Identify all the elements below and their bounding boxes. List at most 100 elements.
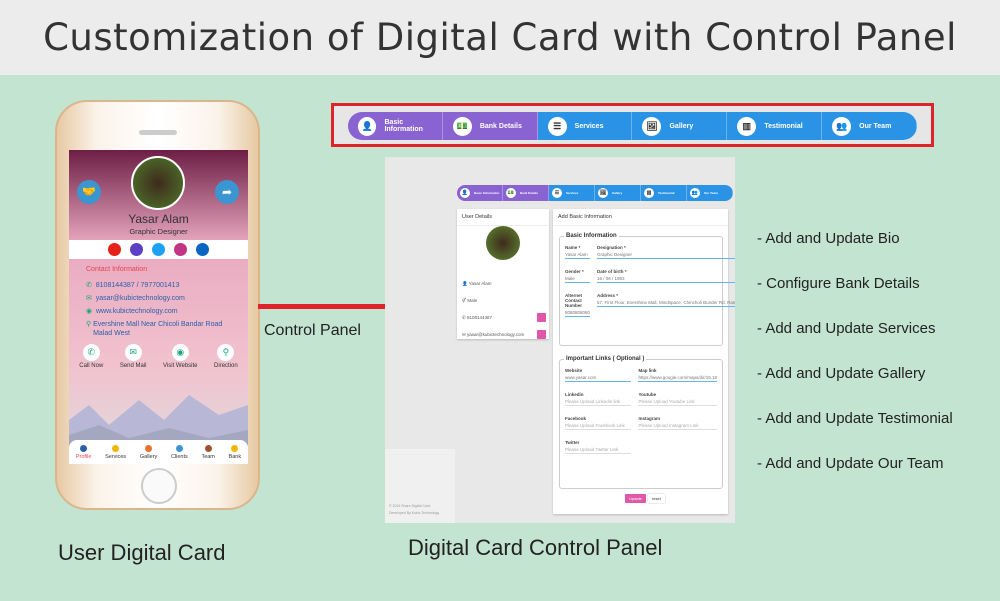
field-input[interactable]: https://www.google.com/maps/dir/19.18 bbox=[638, 373, 717, 382]
field-input[interactable]: 8080808080 bbox=[565, 308, 591, 317]
step-our-team[interactable]: 👥 Our Team bbox=[687, 185, 733, 201]
step-gallery[interactable]: 🖼 Gallery bbox=[595, 185, 641, 201]
twitter-icon[interactable] bbox=[152, 243, 165, 256]
field-label: Alternet Contact Number bbox=[565, 293, 583, 308]
edit-phone-button[interactable] bbox=[537, 313, 546, 322]
field-alternet-contact-number[interactable]: Alternet Contact Number 8080808080 bbox=[565, 293, 591, 317]
field-instagram[interactable]: Instagram Please Upload Instagram Link bbox=[638, 416, 717, 430]
step-label: Bank Details bbox=[520, 191, 539, 195]
field-input[interactable]: 16 / 06 / 1993 bbox=[597, 274, 735, 283]
feature-item: - Add and Update Gallery bbox=[757, 365, 926, 382]
step-label: Gallery bbox=[669, 122, 694, 130]
location-icon: ⚲ bbox=[86, 321, 92, 328]
team-icon: 👥 bbox=[690, 188, 700, 198]
field-input[interactable]: 57, First Floor, Evershine Mall, Mindspa… bbox=[597, 298, 735, 307]
step-label: Services bbox=[566, 191, 579, 195]
feature-item: - Add and Update Our Team bbox=[757, 455, 944, 472]
step-testimonial[interactable]: ▥ Testimonial bbox=[727, 112, 823, 140]
step-nav: 👤 Basic Information 💵 Bank Details ☰ Services… bbox=[348, 112, 917, 140]
money-icon: 💵 bbox=[506, 188, 516, 198]
handshake-icon[interactable]: 🤝 bbox=[77, 180, 101, 204]
field-input[interactable]: Please Upload Instagram Link bbox=[638, 421, 717, 430]
field-date-of-birth[interactable]: Date of birth * 16 / 06 / 1993 bbox=[597, 269, 735, 283]
image-icon: 🖼 bbox=[642, 116, 662, 136]
update-button[interactable]: Update bbox=[625, 494, 646, 503]
action-icon: ◉ bbox=[171, 344, 189, 361]
globe-icon: ◉ bbox=[86, 308, 93, 315]
step-bank-details[interactable]: 💵 Bank Details bbox=[503, 185, 549, 201]
chart-icon: ▥ bbox=[737, 116, 757, 136]
linkedin-icon[interactable] bbox=[196, 243, 209, 256]
tab-team[interactable]: Team bbox=[201, 444, 215, 460]
field-designation[interactable]: Designation * Graphic Designer bbox=[597, 245, 735, 259]
field-input[interactable]: Please Upload Facebook Link bbox=[565, 421, 632, 430]
step-label: Services bbox=[574, 122, 604, 130]
tab-services[interactable]: Services bbox=[105, 444, 126, 460]
action-send-mail[interactable]: ✉ Send Mail bbox=[120, 344, 147, 369]
tab-icon bbox=[80, 444, 88, 452]
contact-email[interactable]: ✉ yasar@kubictechnology.com bbox=[86, 292, 236, 305]
field-linkedin[interactable]: Linkedin Please Upload Linkedin link bbox=[565, 392, 632, 406]
field-website[interactable]: Website www.yasar.com bbox=[565, 368, 632, 382]
step-services[interactable]: ☰ Services bbox=[537, 112, 633, 140]
connector-line bbox=[258, 304, 385, 309]
card-tab-bar: Profile Services Gallery Clients Team Bank bbox=[69, 440, 248, 464]
tab-clients[interactable]: Clients bbox=[171, 444, 188, 460]
contact-phone[interactable]: ✆ 8108144387 / 7977001413 bbox=[86, 279, 236, 292]
step-basic-information[interactable]: 👤 Basic Information bbox=[457, 185, 503, 201]
action-direction[interactable]: ⚲ Direction bbox=[214, 344, 238, 369]
action-call-now[interactable]: ✆ Call Now bbox=[79, 344, 103, 369]
phone-icon: ✆ bbox=[86, 282, 92, 289]
control-panel-screenshot: 👤 Basic Information 💵 Bank Details ☰ Services… bbox=[385, 157, 735, 523]
footer-developer: Developed By Kubic Technology bbox=[389, 511, 440, 515]
control-panel-label: Control Panel bbox=[264, 322, 361, 339]
user-card-caption: User Digital Card bbox=[58, 540, 226, 565]
field-facebook[interactable]: Facebook Please Upload Facebook Link bbox=[565, 416, 632, 430]
tab-icon bbox=[145, 444, 153, 452]
step-basic-information[interactable]: 👤 Basic Information bbox=[348, 112, 443, 140]
step-gallery[interactable]: 🖼 Gallery bbox=[632, 112, 728, 140]
feature-item: - Add and Update Services bbox=[757, 320, 936, 337]
field-address[interactable]: Address * 57, First Floor, Evershine Mall… bbox=[597, 293, 735, 317]
field-input[interactable]: Yasar Alam bbox=[565, 250, 591, 259]
chart-icon: ▥ bbox=[644, 188, 654, 198]
panel-avatar[interactable] bbox=[486, 226, 520, 260]
form-title: Add Basic Information bbox=[553, 209, 728, 226]
step-testimonial[interactable]: ▥ Testimonial bbox=[641, 185, 687, 201]
field-youtube[interactable]: Youtube Please Upload Youtube Link bbox=[638, 392, 717, 406]
step-services[interactable]: ☰ Services bbox=[549, 185, 595, 201]
user-icon: 👤 bbox=[358, 116, 377, 136]
tab-bank[interactable]: Bank bbox=[229, 444, 241, 460]
phone-mockup: 🤝 ➦ Yasar Alam Graphic Designer Contact … bbox=[55, 100, 260, 510]
contact-website[interactable]: ◉ www.kubictechnology.com bbox=[86, 305, 236, 318]
card-actions: ✆ Call Now ✉ Send Mail ◉ Visit Website ⚲ Direct… bbox=[71, 344, 246, 369]
field-twitter[interactable]: Twitter Please Upload Twitter Link bbox=[565, 440, 632, 454]
field-input[interactable]: Male bbox=[565, 274, 591, 283]
tab-profile[interactable]: Profile bbox=[76, 444, 91, 460]
phone-row: ✆ 8108144387 bbox=[462, 309, 546, 326]
action-icon: ✉ bbox=[124, 344, 142, 361]
field-gender[interactable]: Gender * Male bbox=[565, 269, 591, 283]
field-map-link[interactable]: Map link https://www.google.com/maps/dir/… bbox=[638, 368, 717, 382]
reset-button[interactable]: reset bbox=[647, 494, 665, 503]
team-icon: 👥 bbox=[832, 116, 852, 136]
facebook-icon[interactable] bbox=[130, 243, 143, 256]
step-label: Testimonial bbox=[764, 122, 803, 130]
field-name[interactable]: Name * Yasar Alam bbox=[565, 245, 591, 259]
field-input[interactable]: Please Upload Twitter Link bbox=[565, 445, 632, 454]
tab-gallery[interactable]: Gallery bbox=[140, 444, 157, 460]
step-label: Our Team bbox=[859, 122, 892, 130]
field-input[interactable]: Please Upload Youtube Link bbox=[638, 397, 717, 406]
field-input[interactable]: Please Upload Linkedin link bbox=[565, 397, 632, 406]
edit-email-button[interactable] bbox=[537, 330, 546, 339]
field-input[interactable]: Graphic Designer bbox=[597, 250, 735, 259]
youtube-icon[interactable] bbox=[108, 243, 121, 256]
field-input[interactable]: www.yasar.com bbox=[565, 373, 632, 382]
add-basic-info-card: Add Basic Information Basic Information … bbox=[553, 209, 735, 514]
footer-copyright: © 2019 Share Digital Card. bbox=[389, 504, 431, 508]
instagram-icon[interactable] bbox=[174, 243, 187, 256]
step-our-team[interactable]: 👥 Our Team bbox=[822, 112, 917, 140]
action-visit-website[interactable]: ◉ Visit Website bbox=[163, 344, 198, 369]
share-icon[interactable]: ➦ bbox=[215, 180, 239, 204]
step-bank-details[interactable]: 💵 Bank Details bbox=[442, 112, 538, 140]
